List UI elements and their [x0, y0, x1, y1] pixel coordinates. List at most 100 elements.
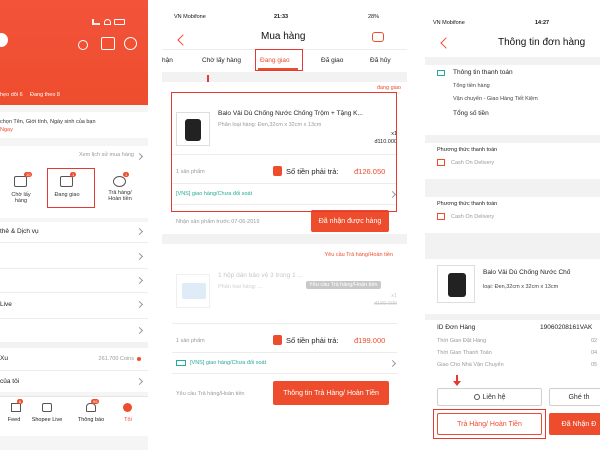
promo-banner[interactable]: chọn Tên, Giới tính, Ngày sinh của bạn N…: [0, 112, 148, 138]
detail-value: 19060208161VAK: [540, 324, 593, 331]
total-value: đ199.000: [354, 336, 386, 345]
gear-icon[interactable]: [78, 40, 88, 50]
tab-feed[interactable]: 6 Feed: [0, 399, 28, 429]
order-received-button[interactable]: Đã Nhận Đ: [549, 413, 600, 435]
badge: 1: [123, 172, 130, 177]
product-variation: loại: Đen,32cm x 32cm x 13cm: [483, 284, 559, 290]
profile-screen: hẹo dõi 6 Đang theo 8 chọn Tên, Giới tín…: [0, 0, 148, 450]
menu-item-5[interactable]: [0, 320, 148, 342]
menu-item-coins[interactable]: Xu 261.700 Coins: [0, 348, 148, 370]
live-icon: [42, 403, 52, 412]
order-status: đang giao: [376, 85, 401, 91]
clock-label: 14:27: [535, 20, 550, 26]
payment-info-section: Thông tin thanh toán Tổng tiền hàng Vận …: [425, 65, 600, 135]
detail-value: 05: [591, 362, 598, 368]
product-qty: x1: [391, 293, 397, 299]
product-section[interactable]: Balo Vải Dù Chống Nước Chố loại: Đen,32c…: [425, 259, 600, 314]
order-card-2[interactable]: Yêu cầu Trả hàng/Hoàn tiền 1 hộp dán bảo…: [162, 244, 407, 412]
chat-icon: [473, 394, 480, 400]
tabs-bar: hận Chờ lấy hàng Đang giao Đã giao Đã hủ…: [162, 49, 407, 72]
total-label: Số tiền phải trả:: [286, 336, 339, 345]
menu-item-live[interactable]: Live: [0, 294, 148, 316]
chat-icon[interactable]: [372, 32, 384, 42]
shipping-note[interactable]: [VNS] giao hàng/Chưa đối soát: [190, 360, 266, 366]
page-title: Mua hàng: [261, 31, 306, 42]
return-icon: [113, 176, 126, 187]
promo-link[interactable]: Ngay: [0, 127, 13, 133]
payment-icon: [437, 70, 445, 76]
return-info-button[interactable]: Thông tin Trả Hàng/ Hoàn Tiền: [273, 381, 389, 405]
order-card-1[interactable]: đang giao Balo Vải Dù Chống Nước Chống T…: [162, 82, 407, 234]
cash-icon: [437, 159, 445, 166]
truck-icon: [176, 360, 186, 366]
back-arrow-icon[interactable]: [177, 34, 189, 46]
tab-pending-pickup[interactable]: Chờ lấy hàng: [202, 57, 241, 64]
status-label: Trả hàng/ Hoàn tiền: [108, 190, 132, 202]
purchases-screen: VN Mobifone 21:33 28% Mua hàng hận Chờ l…: [162, 0, 407, 450]
shield-icon: [273, 335, 282, 345]
status-pending-pickup[interactable]: 10 Chờ lấy hàng: [6, 172, 36, 208]
arrow-head-icon: [453, 381, 461, 386]
method-heading: Phương thức thanh toán: [437, 201, 498, 207]
user-icon: [123, 403, 132, 412]
battery-label: 28%: [368, 14, 380, 20]
tab-cancelled[interactable]: Đã hủy: [370, 57, 391, 64]
dot-icon: [137, 357, 141, 361]
status-return[interactable]: 1 Trả hàng/ Hoàn tiền: [102, 172, 138, 214]
cart-icon[interactable]: [101, 37, 115, 50]
promo-text: chọn Tên, Giới tính, Ngày sinh của bạn: [0, 119, 96, 125]
product-variation: Phân loại hàng: ...: [218, 284, 263, 290]
chat-icon[interactable]: [124, 37, 137, 50]
tab-live[interactable]: Shopee Live: [30, 401, 64, 429]
product-name: Balo Vải Dù Chống Nước Chố: [483, 269, 571, 276]
status-label: Chờ lấy hàng: [11, 192, 31, 204]
highlight-tab: [255, 49, 303, 71]
tab-delivered[interactable]: Đã giao: [321, 57, 343, 64]
order-detail-screen: VN Mobifone 14:27 Thông tin đơn hàng Thô…: [425, 0, 600, 450]
contact-button[interactable]: Liên hệ: [437, 388, 542, 406]
product-image[interactable]: [437, 265, 475, 303]
highlight-return-button: [433, 409, 546, 439]
item-count: 1 sản phẩm: [176, 338, 205, 344]
detail-value: 04: [591, 350, 598, 356]
profile-header: hẹo dõi 6 Đang theo 8: [0, 0, 148, 105]
badge: 10: [24, 172, 33, 177]
payment-info-heading: Thông tin thanh toán: [453, 69, 513, 76]
tab-notifications[interactable]: 99 Thông báo: [74, 399, 108, 429]
bottom-tabbar: 6 Feed Shopee Live 99 Thông báo Tôi: [0, 396, 148, 436]
highlight-shipping: [47, 168, 95, 208]
menu-item-cards[interactable]: thẻ & Dịch vụ: [0, 222, 148, 242]
menu-item-3[interactable]: [0, 270, 148, 292]
product-old-price: đ189.000: [374, 301, 397, 307]
menu-item-mine[interactable]: của tôi: [0, 372, 148, 392]
method-heading: Phương thức thanh toán: [437, 147, 498, 153]
return-hint: Yêu cầu Trả hàng/Hoàn tiền: [176, 391, 245, 397]
avatar[interactable]: [0, 33, 8, 47]
page-title: Thông tin đơn hàng: [498, 37, 586, 48]
tab-me[interactable]: Tôi: [114, 401, 142, 429]
back-arrow-icon[interactable]: [440, 37, 452, 49]
detail-label: Thời Gian Thanh Toán: [437, 350, 492, 356]
clock-label: 21:33: [274, 14, 289, 20]
detail-label: Giao Cho Nhà Vận Chuyển: [437, 362, 504, 368]
method-value: Cash On Delivery: [451, 214, 495, 220]
carrier-label: VN Mobifone: [433, 20, 465, 26]
payment-line: Vận chuyển - Giao Hàng Tiết Kiệm: [453, 96, 538, 102]
product-name: 1 hộp dán bảo vệ 3 trong 1 ...: [218, 272, 303, 279]
history-link[interactable]: Xem lịch sử mua hàng: [79, 152, 134, 158]
following-tag[interactable]: Đang theo 8: [30, 92, 60, 98]
return-tag: Yêu cầu Trả hàng/Hoàn tiền: [306, 281, 381, 289]
product-image[interactable]: [176, 274, 210, 308]
received-hint: Nhận sản phẩm trước 07-06-2019: [176, 219, 260, 225]
bell-icon: [86, 403, 96, 412]
method-value: Cash On Delivery: [451, 160, 495, 166]
visit-shop-button[interactable]: Ghé th: [549, 388, 600, 406]
feed-icon: [11, 403, 21, 412]
tab-all[interactable]: hận: [162, 57, 173, 64]
box-icon: [14, 176, 27, 187]
detail-label: ID Đơn Hàng: [437, 324, 476, 331]
followers-tag[interactable]: hẹo dõi 6: [0, 92, 23, 98]
payment-method-2: Phương thức thanh toán Cash On Delivery: [425, 197, 600, 233]
order-received-button[interactable]: Đã nhận được hàng: [311, 210, 389, 232]
menu-item-2[interactable]: [0, 246, 148, 268]
